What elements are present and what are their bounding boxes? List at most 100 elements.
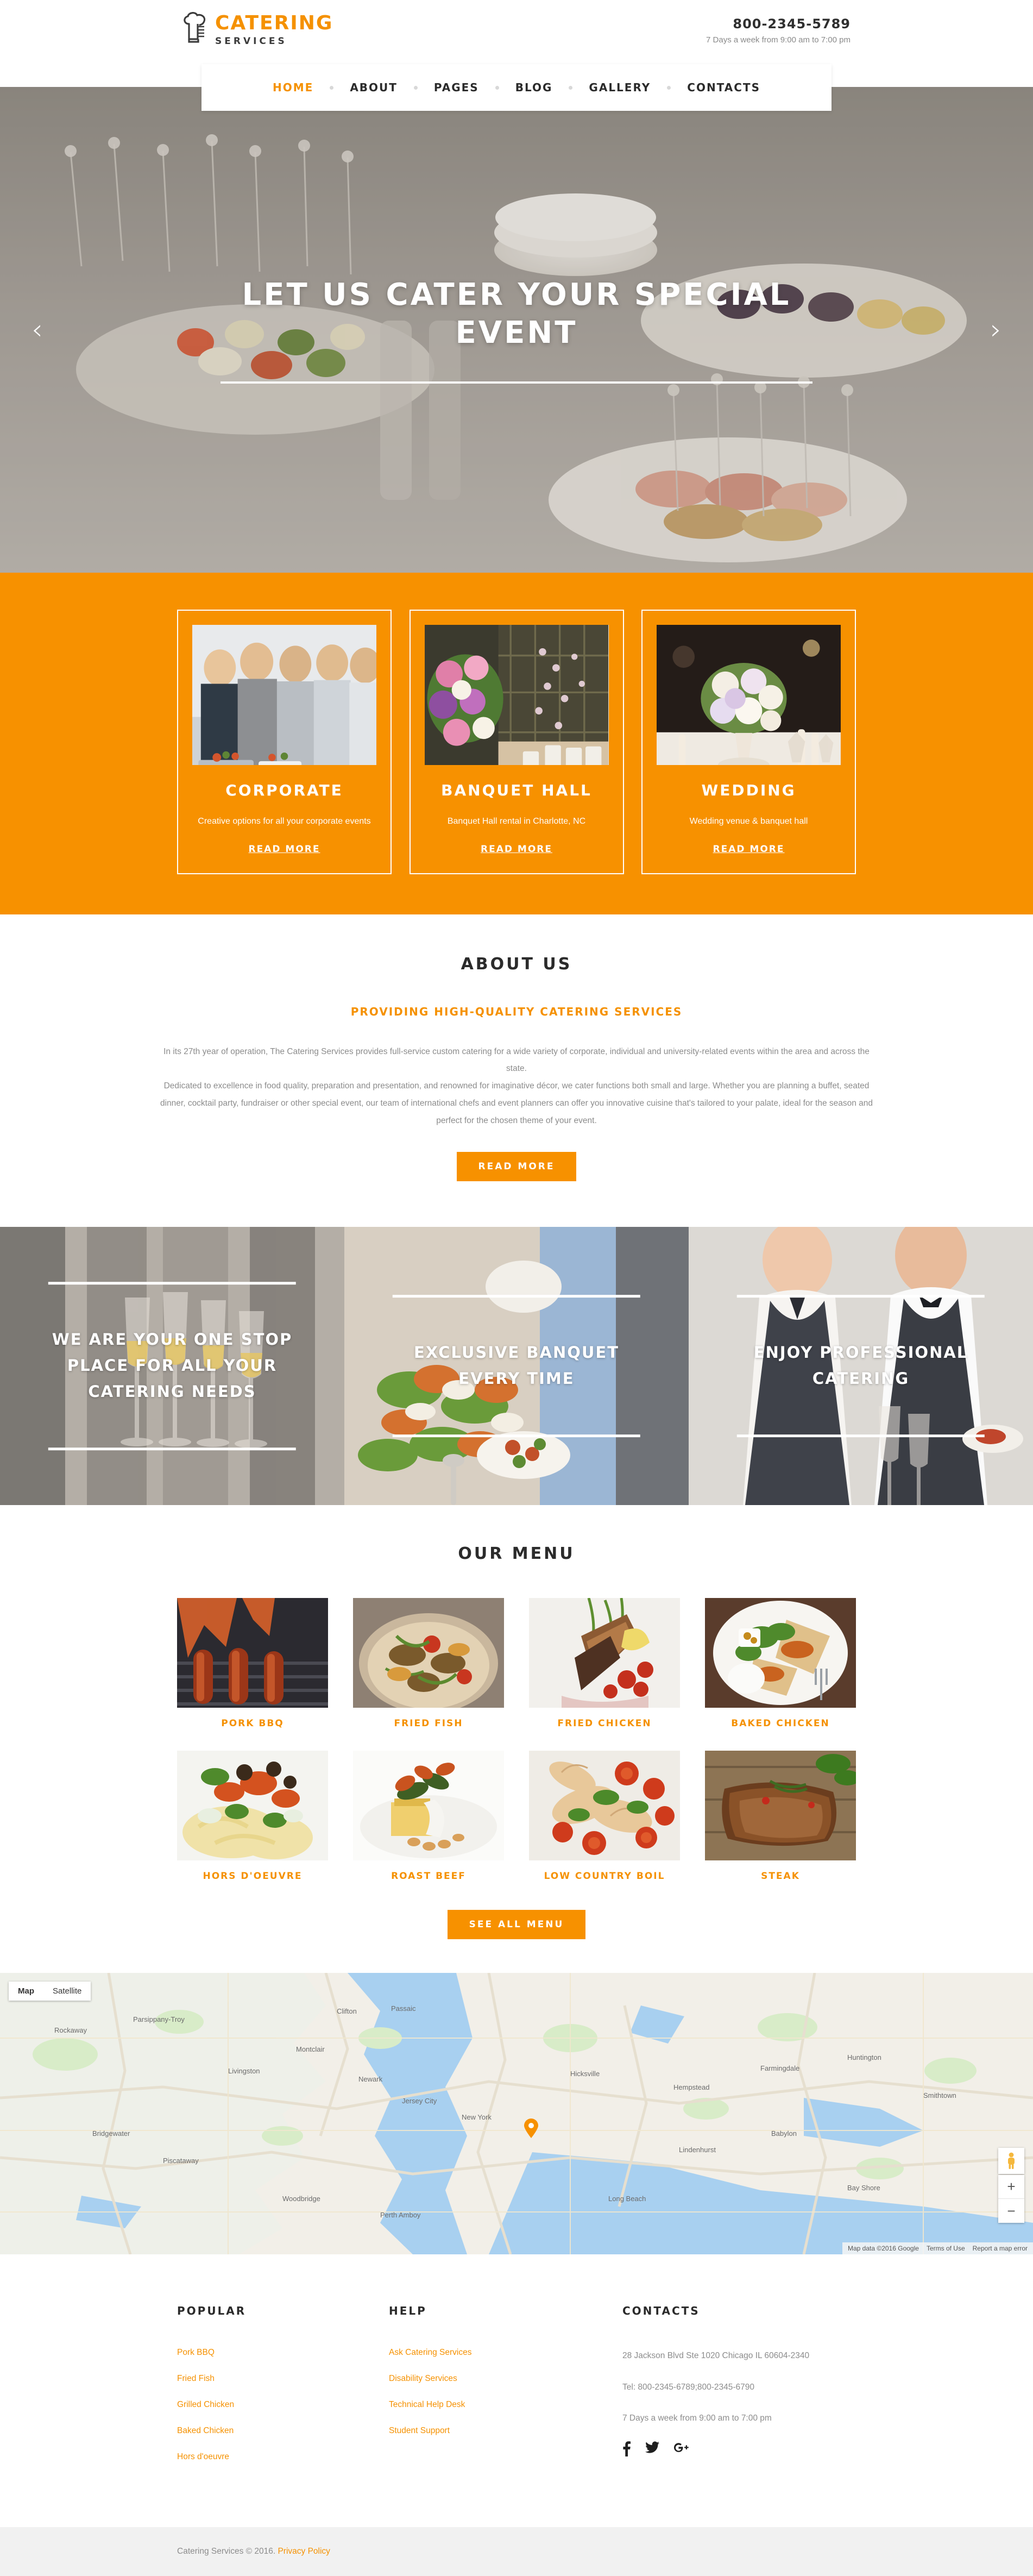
- twitter-icon[interactable]: [645, 2441, 659, 2460]
- map-type-satellite[interactable]: Satellite: [43, 1982, 91, 2001]
- svg-text:Hempstead: Hempstead: [673, 2083, 709, 2091]
- svg-text:Smithtown: Smithtown: [923, 2091, 956, 2099]
- map-zoom-control[interactable]: + −: [998, 2175, 1024, 2223]
- promo-cell-2: EXCLUSIVE BANQUET EVERY TIME: [344, 1227, 689, 1506]
- map-zoom-out-button[interactable]: −: [998, 2199, 1024, 2223]
- list-item: Student Support: [389, 2426, 622, 2436]
- about-title: ABOUT US: [461, 954, 572, 974]
- menu-grid: PORK BBQ FRIED FISH FRIED CHICKEN BAKED …: [177, 1598, 856, 1898]
- nav-item-about[interactable]: ABOUT: [349, 81, 399, 94]
- service-card-title: CORPORATE: [225, 781, 343, 799]
- svg-text:Livingston: Livingston: [228, 2067, 260, 2075]
- service-card-read-more-link[interactable]: READ MORE: [713, 844, 785, 855]
- promo-top-rule: [392, 1295, 641, 1298]
- map-type-map[interactable]: Map: [9, 1982, 43, 2001]
- svg-text:Parsippany-Troy: Parsippany-Troy: [133, 2015, 185, 2023]
- google-plus-icon[interactable]: [673, 2441, 689, 2460]
- hero-prev-arrow[interactable]: ‹: [32, 316, 43, 344]
- site-logo[interactable]: CATERING SERVICES: [181, 12, 333, 47]
- about-read-more-button[interactable]: READ MORE: [456, 1152, 577, 1182]
- menu-item-image: [529, 1598, 680, 1708]
- menu-item-roast-beef[interactable]: ROAST BEEF: [353, 1751, 504, 1882]
- menu-item-low-country-boil[interactable]: LOW COUNTRY BOIL: [529, 1751, 680, 1882]
- map-type-control[interactable]: Map Satellite: [9, 1982, 91, 2001]
- service-card-description: Banquet Hall rental in Charlotte, NC: [447, 817, 586, 826]
- menu-item-baked-chicken[interactable]: BAKED CHICKEN: [705, 1598, 856, 1729]
- promo-top-rule: [48, 1282, 297, 1285]
- svg-text:Clifton: Clifton: [337, 2007, 357, 2015]
- location-map[interactable]: Rockaway Parsippany-Troy Clifton Passaic M…: [0, 1973, 1033, 2255]
- footer-link-pork-bbq[interactable]: Pork BBQ: [177, 2348, 215, 2357]
- service-card-image: [424, 625, 609, 765]
- menu-title: OUR MENU: [458, 1544, 575, 1564]
- promo-bottom-rule: [48, 1447, 297, 1451]
- map-zoom-in-button[interactable]: +: [998, 2175, 1024, 2199]
- footer-hours: 7 Days a week from 9:00 am to 7:00 pm: [622, 2413, 772, 2423]
- service-card-image: [657, 625, 841, 765]
- menu-item-fried-fish[interactable]: FRIED FISH: [353, 1598, 504, 1729]
- nav-item-home[interactable]: HOME: [272, 81, 314, 94]
- service-card-corporate[interactable]: CORPORATE Creative options for all your c…: [177, 610, 392, 874]
- footer-link-grilled-chicken[interactable]: Grilled Chicken: [177, 2400, 234, 2409]
- header-contact: 800-2345-5789 7 Days a week from 9:00 am…: [706, 16, 851, 45]
- service-card-wedding[interactable]: WEDDING Wedding venue & banquet hall READ …: [641, 610, 856, 874]
- svg-text:Farmingdale: Farmingdale: [760, 2064, 799, 2072]
- footer-link-fried-fish[interactable]: Fried Fish: [177, 2374, 215, 2383]
- logo-subtitle: SERVICES: [215, 36, 287, 47]
- footer-link-technical-help-desk[interactable]: Technical Help Desk: [389, 2400, 465, 2409]
- menu-item-label: BAKED CHICKEN: [731, 1718, 830, 1729]
- map-terms-link[interactable]: Terms of Use: [927, 2245, 965, 2252]
- footer-link-student-support[interactable]: Student Support: [389, 2426, 450, 2435]
- hero-slider: ‹ › LET US CATER YOUR SPECIAL EVENT: [0, 87, 1033, 573]
- list-item: Pork BBQ: [177, 2348, 389, 2358]
- nav-separator-dot: [495, 85, 499, 90]
- header-phone[interactable]: 800-2345-5789: [706, 16, 851, 32]
- promo-bottom-rule: [392, 1434, 641, 1438]
- footer-link-baked-chicken[interactable]: Baked Chicken: [177, 2426, 234, 2435]
- menu-item-image: [177, 1751, 328, 1861]
- nav-item-pages[interactable]: PAGES: [433, 81, 480, 94]
- menu-item-steak[interactable]: STEAK: [705, 1751, 856, 1882]
- footer-help-title: HELP: [389, 2304, 427, 2318]
- menu-item-label: FRIED FISH: [394, 1718, 463, 1729]
- map-canvas[interactable]: Rockaway Parsippany-Troy Clifton Passaic M…: [0, 1973, 1033, 2255]
- about-paragraph-2: Dedicated to excellence in food quality,…: [160, 1081, 873, 1125]
- nav-item-gallery[interactable]: GALLERY: [588, 81, 652, 94]
- about-section: ABOUT US PROVIDING HIGH-QUALITY CATERING…: [0, 914, 1033, 1227]
- facebook-icon[interactable]: [622, 2441, 631, 2460]
- menu-item-label: PORK BBQ: [221, 1718, 284, 1729]
- service-card-read-more-link[interactable]: READ MORE: [249, 844, 320, 855]
- map-report-link[interactable]: Report a map error: [973, 2245, 1028, 2252]
- menu-item-hors-d-oeuvre[interactable]: HORS D'OEUVRE: [177, 1751, 328, 1882]
- footer-contacts-column: CONTACTS 28 Jackson Blvd Ste 1020 Chicag…: [622, 2304, 856, 2478]
- copyright-inner: Catering Services © 2016. Privacy Policy: [177, 2547, 856, 2556]
- service-card-read-more-link[interactable]: READ MORE: [481, 844, 552, 855]
- street-view-pegman-icon[interactable]: [998, 2148, 1024, 2174]
- svg-text:Perth Amboy: Perth Amboy: [380, 2211, 421, 2219]
- nav-item-contacts[interactable]: CONTACTS: [686, 81, 761, 94]
- chef-hat-icon: [181, 12, 210, 43]
- menu-item-pork-bbq[interactable]: PORK BBQ: [177, 1598, 328, 1729]
- list-item: Disability Services: [389, 2374, 622, 2384]
- nav-item-blog[interactable]: BLOG: [514, 81, 554, 94]
- service-card-description: Creative options for all your corporate …: [198, 817, 371, 826]
- hero-divider: [221, 381, 812, 384]
- svg-text:Long Beach: Long Beach: [608, 2195, 646, 2203]
- privacy-policy-link[interactable]: Privacy Policy: [278, 2547, 330, 2556]
- footer-link-disability-services[interactable]: Disability Services: [389, 2374, 457, 2383]
- list-item: Grilled Chicken: [177, 2400, 389, 2410]
- copyright-bar: Catering Services © 2016. Privacy Policy: [0, 2527, 1033, 2576]
- about-paragraph-1: In its 27th year of operation, The Cater…: [163, 1046, 870, 1074]
- promo-text: WE ARE YOUR ONE STOP PLACE FOR ALL YOUR …: [52, 1330, 293, 1401]
- see-all-menu-button[interactable]: SEE ALL MENU: [447, 1910, 586, 1940]
- services-section: CORPORATE Creative options for all your c…: [0, 573, 1033, 914]
- footer-link-ask-catering-services[interactable]: Ask Catering Services: [389, 2348, 471, 2357]
- list-item: Technical Help Desk: [389, 2400, 622, 2410]
- footer-link-hors-d-oeuvre[interactable]: Hors d'oeuvre: [177, 2452, 229, 2461]
- nav-separator-dot: [569, 85, 573, 90]
- promo-bottom-rule: [736, 1434, 985, 1438]
- menu-item-fried-chicken[interactable]: FRIED CHICKEN: [529, 1598, 680, 1729]
- copyright-text: Catering Services © 2016.: [177, 2547, 276, 2556]
- hero-next-arrow[interactable]: ›: [990, 316, 1001, 344]
- service-card-banquet-hall[interactable]: BANQUET HALL Banquet Hall rental in Charl…: [409, 610, 624, 874]
